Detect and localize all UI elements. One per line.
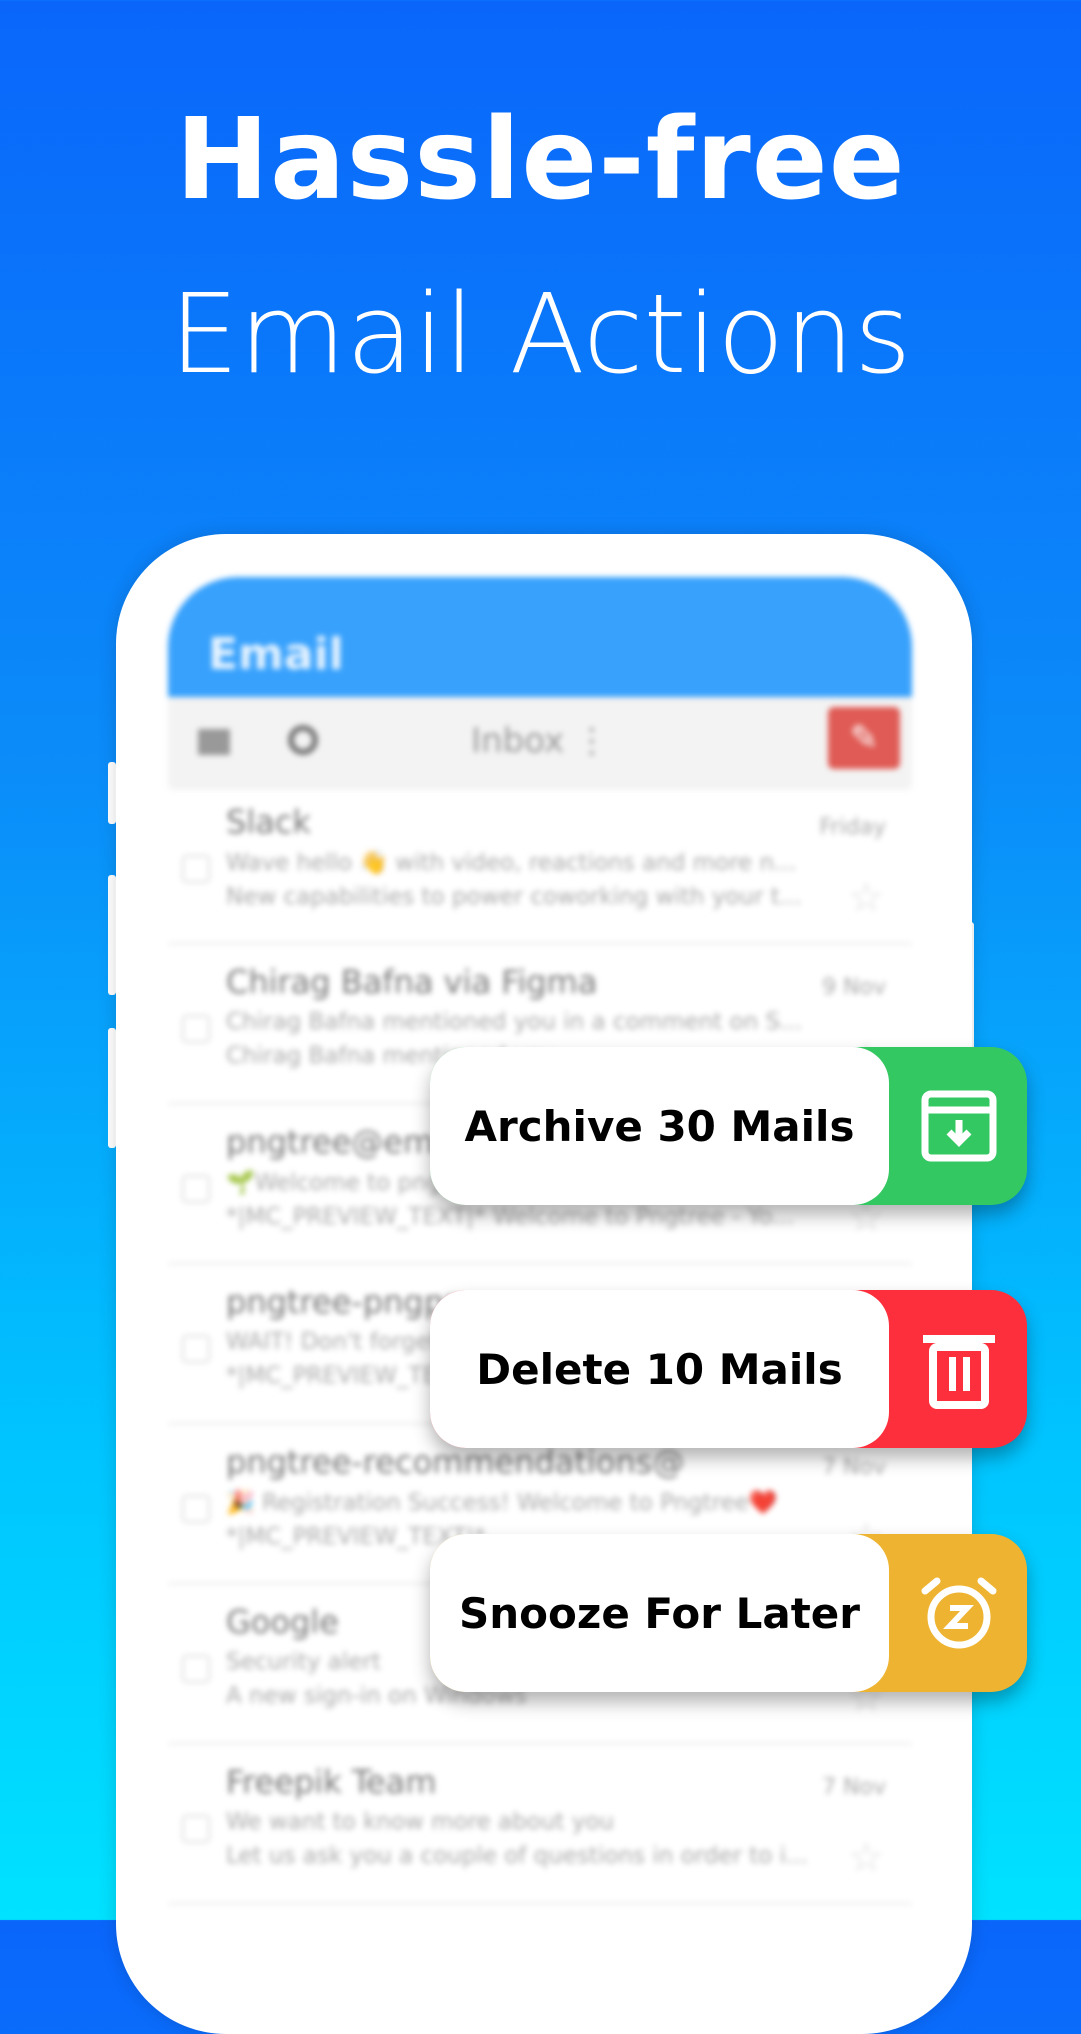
- trash-icon: [919, 1329, 999, 1409]
- email-sender: pngtree-recommendations@: [226, 1443, 685, 1481]
- email-preview: *|MC_PREVIEW_TEXT|* Welcome to Pngtree -…: [226, 1204, 795, 1230]
- checkbox[interactable]: [182, 1815, 210, 1843]
- email-subject: 🎉 Registration Success! Welcome to Pngtr…: [226, 1490, 778, 1516]
- action-alarm-clock[interactable]: Snooze For Later: [430, 1534, 1027, 1692]
- email-date: Friday: [819, 815, 886, 840]
- headline-bold: Hassle-free: [175, 95, 906, 225]
- toolbar: Inbox ⋮ ✎: [168, 697, 912, 785]
- compose-button[interactable]: ✎: [828, 707, 900, 769]
- email-date: 7 Nov: [822, 1775, 886, 1800]
- alarm-clock-icon: [919, 1573, 999, 1653]
- email-subject: We want to know more about you: [226, 1809, 614, 1835]
- email-sender: Freepik Team: [226, 1763, 437, 1801]
- email-preview: New capabilities to power coworking with…: [226, 884, 802, 910]
- email-date: 7 Nov: [822, 1455, 886, 1480]
- folder-selector[interactable]: Inbox ⋮: [168, 721, 912, 761]
- checkbox[interactable]: [182, 1015, 210, 1043]
- star-icon[interactable]: ☆: [848, 1835, 884, 1881]
- email-preview: Let us ask you a couple of questions in …: [226, 1843, 808, 1869]
- phone-side-button: [108, 875, 116, 995]
- action-label: Snooze For Later: [430, 1534, 889, 1692]
- app-title: Email: [168, 577, 912, 697]
- action-archive[interactable]: Archive 30 Mails: [430, 1047, 1027, 1205]
- more-vert-icon: ⋮: [574, 721, 609, 761]
- email-sender: Slack: [226, 803, 311, 841]
- email-row[interactable]: Slack Wave hello 👋 with video, reactions…: [168, 785, 912, 945]
- checkbox[interactable]: [182, 1655, 210, 1683]
- checkbox[interactable]: [182, 1175, 210, 1203]
- email-row[interactable]: Freepik Team We want to know more about …: [168, 1745, 912, 1905]
- email-subject: Wave hello 👋 with video, reactions and m…: [226, 850, 797, 876]
- phone-side-button: [108, 1028, 116, 1148]
- archive-icon: [919, 1086, 999, 1166]
- action-label: Archive 30 Mails: [430, 1047, 889, 1205]
- action-trash[interactable]: Delete 10 Mails: [430, 1290, 1027, 1448]
- headline-light: Email Actions: [169, 270, 912, 398]
- email-subject: Chirag Bafna mentioned you in a comment …: [226, 1009, 803, 1035]
- phone-screen: Email Inbox ⋮ ✎ Slack Wave hello 👋 with …: [168, 577, 912, 1977]
- star-icon[interactable]: ☆: [848, 875, 884, 921]
- checkbox[interactable]: [182, 1335, 210, 1363]
- email-sender: Chirag Bafna via Figma: [226, 963, 598, 1001]
- phone-side-button: [108, 762, 116, 824]
- action-label: Delete 10 Mails: [430, 1290, 889, 1448]
- pencil-icon: ✎: [849, 718, 879, 758]
- checkbox[interactable]: [182, 1495, 210, 1523]
- email-date: 9 Nov: [822, 975, 886, 1000]
- folder-label: Inbox: [471, 721, 565, 761]
- checkbox[interactable]: [182, 855, 210, 883]
